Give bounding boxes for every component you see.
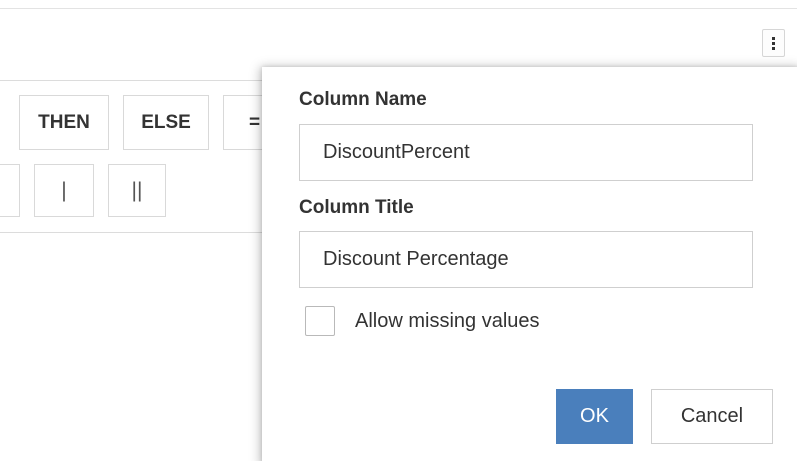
cancel-button[interactable]: Cancel — [651, 389, 773, 444]
ok-button[interactable]: OK — [556, 389, 633, 444]
column-name-label: Column Name — [299, 89, 427, 110]
column-title-label: Column Title — [299, 197, 414, 218]
operator-then-button[interactable]: THEN — [19, 95, 109, 150]
allow-missing-label: Allow missing values — [355, 309, 540, 332]
allow-missing-row[interactable]: Allow missing values — [305, 306, 540, 336]
more-options-icon[interactable] — [762, 29, 785, 57]
column-name-input[interactable] — [299, 124, 753, 181]
operator-else-button[interactable]: ELSE — [123, 95, 209, 150]
allow-missing-checkbox[interactable] — [305, 306, 335, 336]
top-divider — [0, 8, 797, 9]
operator-logical-or-button[interactable]: || — [108, 164, 166, 217]
operator-button-partial[interactable] — [0, 164, 20, 217]
column-settings-dialog: Column Name Column Title Allow missing v… — [262, 67, 797, 461]
app-screen: THEN ELSE = | || Column Name Column Titl… — [0, 0, 797, 461]
operator-or-button[interactable]: | — [34, 164, 94, 217]
column-title-input[interactable] — [299, 231, 753, 288]
